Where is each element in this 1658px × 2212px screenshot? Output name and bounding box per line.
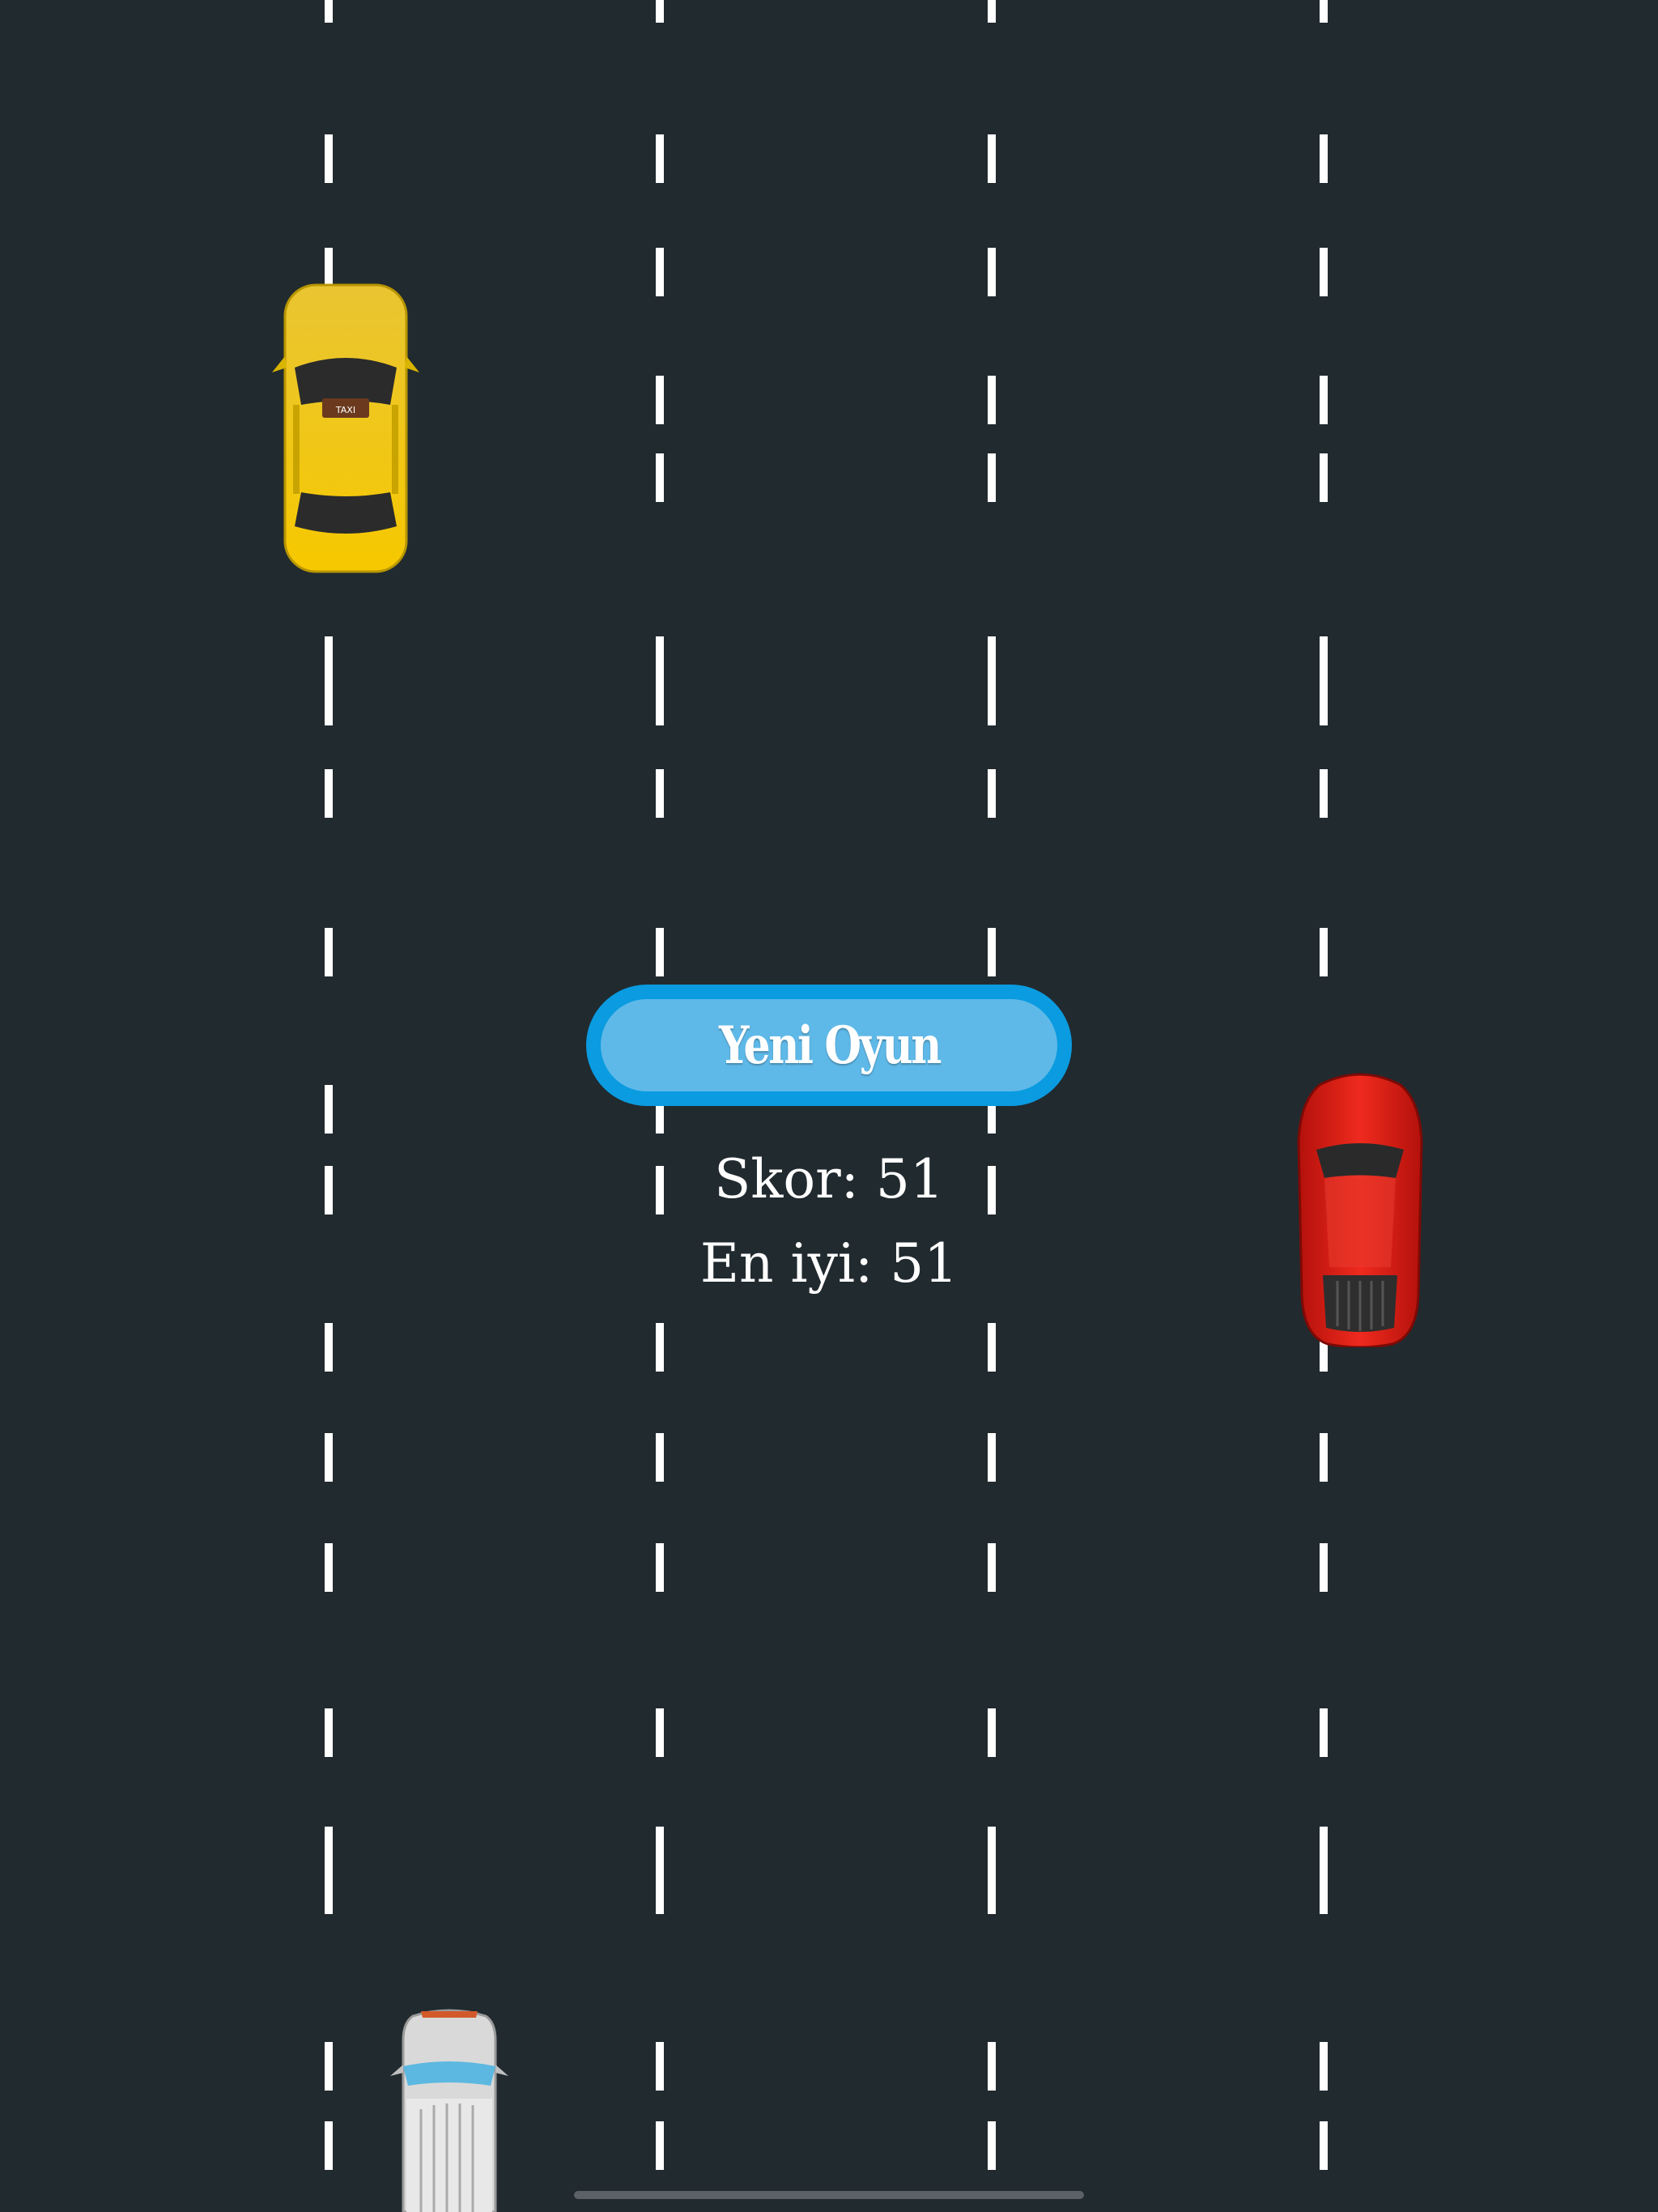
lane-marking-dash xyxy=(1320,769,1328,818)
lane-marking-dash xyxy=(988,1433,996,1482)
lane-marking-dash xyxy=(656,1433,664,1482)
lane-marking-dash xyxy=(656,1708,664,1757)
lane-marking-dash xyxy=(1320,1708,1328,1757)
lane-marking-dash xyxy=(988,1543,996,1592)
lane-marking-dash xyxy=(988,2121,996,2170)
lane-marking-dash xyxy=(325,1085,333,1134)
lane-marking-dash xyxy=(325,769,333,818)
yellow-taxi-car: TAXI xyxy=(272,283,419,573)
lane-marking-dash xyxy=(1320,376,1328,424)
lane-marking-dash xyxy=(988,1323,996,1372)
lane-marking-dash xyxy=(988,769,996,818)
lane-marking-dash xyxy=(656,1543,664,1592)
lane-marking-dash xyxy=(988,1827,996,1914)
lane-marking-dash xyxy=(656,2121,664,2170)
lane-marking-dash xyxy=(656,1827,664,1914)
new-game-button[interactable]: Yeni Oyun xyxy=(586,985,1072,1106)
game-stage: TAXI Yeni Oyun Skor: 51 En iyi: 51 xyxy=(0,0,1658,2212)
new-game-button-label: Yeni Oyun xyxy=(718,1015,941,1076)
score-text: Skor: 51 xyxy=(714,1148,944,1210)
lane-marking-dash xyxy=(325,928,333,976)
lane-marking-dash xyxy=(325,1827,333,1914)
lane-marking-dash xyxy=(656,134,664,183)
lane-marking-dash xyxy=(1320,453,1328,502)
lane-marking-dash xyxy=(656,2042,664,2091)
lane-marking-dash xyxy=(1320,2042,1328,2091)
lane-marking-dash xyxy=(1320,0,1328,23)
lane-marking-dash xyxy=(988,2042,996,2091)
lane-marking-dash xyxy=(656,376,664,424)
lane-marking-dash xyxy=(656,0,664,23)
lane-marking-dash xyxy=(1320,134,1328,183)
lane-marking-dash xyxy=(656,769,664,818)
lane-marking-dash xyxy=(1320,2121,1328,2170)
red-sports-car xyxy=(1297,1073,1423,1347)
lane-marking-dash xyxy=(325,1433,333,1482)
best-score-text: En iyi: 51 xyxy=(699,1232,959,1295)
lane-marking-dash xyxy=(325,1323,333,1372)
lane-marking-dash xyxy=(1320,928,1328,976)
lane-marking-dash xyxy=(325,0,333,23)
lane-marking-dash xyxy=(1320,1827,1328,1914)
lane-marking-dash xyxy=(325,134,333,183)
lane-marking-dash xyxy=(325,2042,333,2091)
lane-marking-dash xyxy=(1320,636,1328,725)
lane-marking-dash xyxy=(325,2121,333,2170)
lane-marking-dash xyxy=(656,928,664,976)
white-truck xyxy=(390,2009,508,2212)
lane-marking-dash xyxy=(325,1166,333,1214)
lane-marking-dash xyxy=(1320,248,1328,296)
lane-marking-dash xyxy=(325,1543,333,1592)
lane-marking-dash xyxy=(656,636,664,725)
lane-marking-dash xyxy=(988,1708,996,1757)
lane-marking-dash xyxy=(656,248,664,296)
lane-marking-dash xyxy=(988,453,996,502)
lane-marking-dash xyxy=(656,453,664,502)
home-indicator xyxy=(574,2191,1084,2199)
taxi-sign-text: TAXI xyxy=(335,405,355,415)
lane-marking-dash xyxy=(325,1708,333,1757)
lane-marking-dash xyxy=(988,248,996,296)
lane-marking-dash xyxy=(325,636,333,725)
lane-marking-dash xyxy=(988,928,996,976)
lane-marking-dash xyxy=(656,1323,664,1372)
lane-marking-dash xyxy=(988,376,996,424)
lane-marking-dash xyxy=(1320,1543,1328,1592)
lane-marking-dash xyxy=(988,134,996,183)
lane-marking-dash xyxy=(988,636,996,725)
lane-marking-dash xyxy=(1320,1433,1328,1482)
lane-marking-dash xyxy=(988,0,996,23)
